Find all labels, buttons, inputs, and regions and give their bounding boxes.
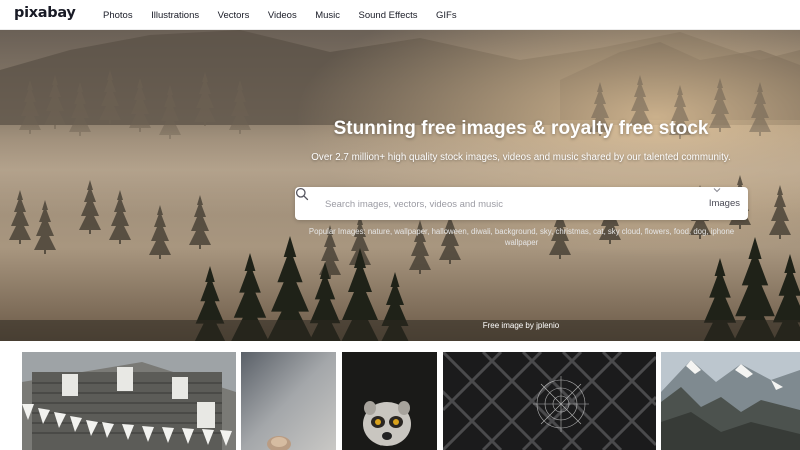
- nav-link-illustrations[interactable]: Illustrations: [151, 10, 199, 21]
- popular-tag-link[interactable]: halloween: [432, 227, 467, 236]
- popular-tag-link[interactable]: cat: [593, 227, 603, 236]
- popular-tag-link[interactable]: diwali: [471, 227, 491, 236]
- nav-link-photos[interactable]: Photos: [103, 10, 133, 21]
- popular-searches: Popular Images: nature, wallpaper, hallo…: [308, 227, 735, 247]
- thumbnail-mountain-cliffs: [661, 352, 800, 450]
- image-thumbnail[interactable]: [22, 352, 236, 450]
- image-thumbnail[interactable]: [661, 352, 800, 450]
- popular-tag-link[interactable]: dog: [693, 227, 706, 236]
- main-nav: Photos Illustrations Vectors Videos Musi…: [103, 0, 475, 30]
- nav-link-videos[interactable]: Videos: [268, 10, 297, 21]
- thumbnail-fence-spiderweb: [443, 352, 656, 450]
- pixabay-logo[interactable]: pixabay: [14, 5, 76, 21]
- image-thumbnail[interactable]: [241, 352, 336, 450]
- popular-tag-link[interactable]: background: [495, 227, 536, 236]
- nav-link-music[interactable]: Music: [315, 10, 340, 21]
- search-type-selected: Images: [708, 198, 740, 209]
- popular-tag-link[interactable]: flowers: [645, 227, 670, 236]
- image-thumbnail[interactable]: [443, 352, 656, 450]
- popular-tag-link[interactable]: sky cloud: [608, 227, 641, 236]
- image-thumbnail[interactable]: [342, 352, 437, 450]
- popular-tag-link[interactable]: sky: [540, 227, 551, 236]
- image-credit-link[interactable]: Free image by jplenio: [0, 321, 800, 330]
- hero-subtitle: Over 2.7 million+ high quality stock ima…: [311, 152, 731, 163]
- hero-title: Stunning free images & royalty free stoc…: [333, 118, 709, 139]
- nav-link-gifs[interactable]: GIFs: [436, 10, 457, 21]
- popular-tag-link[interactable]: food: [674, 227, 689, 236]
- image-grid: [0, 352, 800, 450]
- thumbnail-shell-sand: [241, 352, 336, 450]
- search-input[interactable]: [323, 192, 677, 216]
- chevron-down-icon: [713, 188, 721, 193]
- popular-tag-link[interactable]: wallpaper: [394, 227, 427, 236]
- top-navigation-bar: pixabay Photos Illustrations Vectors Vid…: [0, 0, 800, 30]
- thumbnail-lemur: [342, 352, 437, 450]
- popular-label: Popular Images:: [308, 227, 366, 236]
- popular-tag-link[interactable]: nature: [368, 227, 390, 236]
- nav-link-vectors[interactable]: Vectors: [218, 10, 250, 21]
- hero-background-forest-image: [0, 30, 800, 341]
- search-icon[interactable]: [295, 187, 309, 201]
- popular-tag-link[interactable]: christmas: [555, 227, 588, 236]
- search-type-dropdown[interactable]: Images: [709, 187, 740, 220]
- nav-link-sound-effects[interactable]: Sound Effects: [359, 10, 418, 21]
- thumbnail-house-bunting: [22, 352, 236, 450]
- hero-banner: Stunning free images & royalty free stoc…: [0, 30, 800, 341]
- search-bar: Images: [295, 187, 748, 220]
